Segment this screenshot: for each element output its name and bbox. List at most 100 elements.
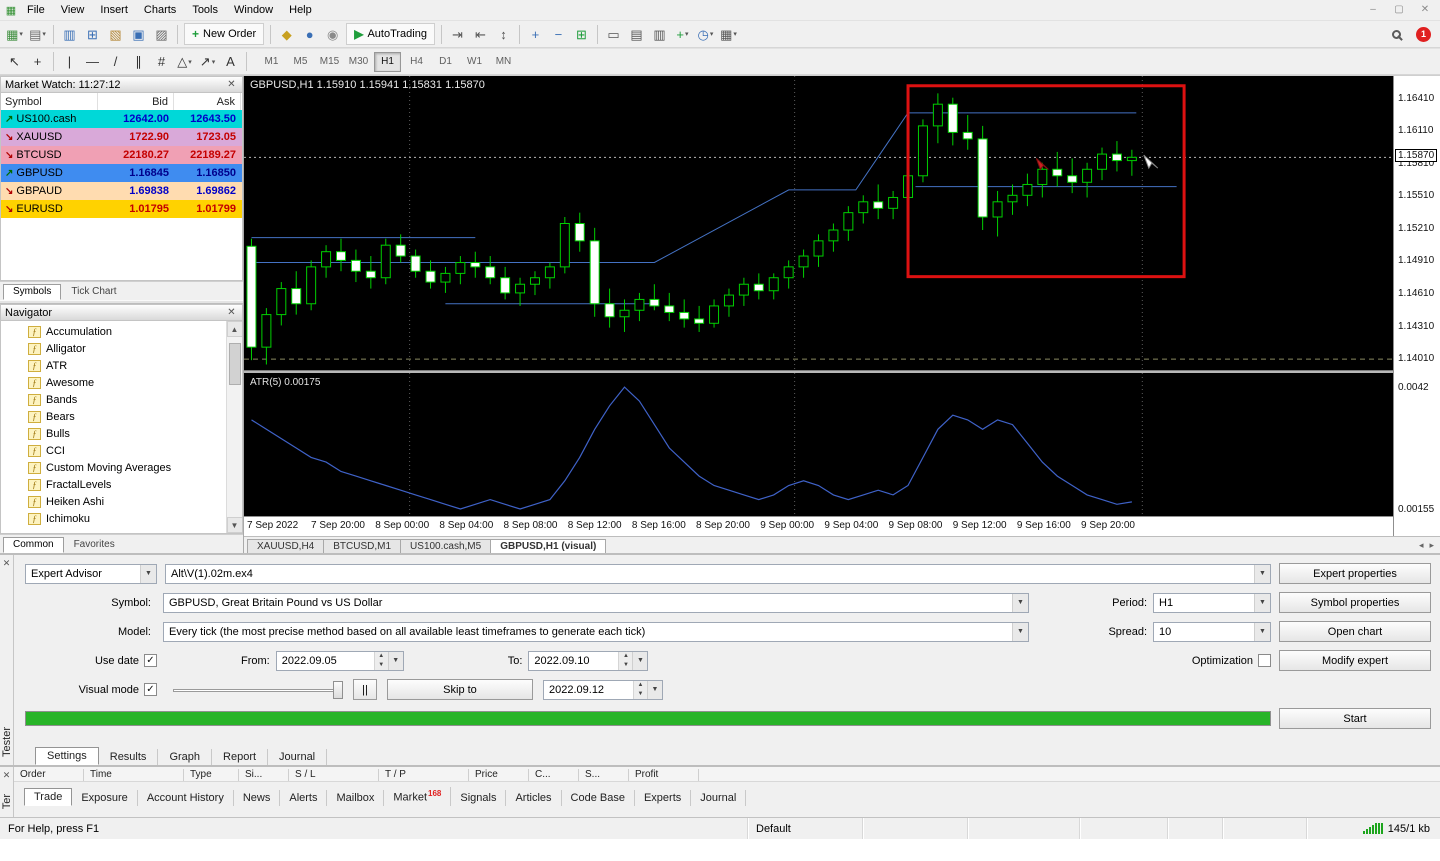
terminal-tab-mailbox[interactable]: Mailbox <box>327 790 384 806</box>
grid-column-profit[interactable]: Profit <box>629 769 699 781</box>
scrollbar-thumb[interactable] <box>229 343 241 385</box>
autotrading-button[interactable]: ▶AutoTrading <box>346 23 435 45</box>
profiles-button[interactable]: ▤▾ <box>26 23 49 45</box>
navigator-item-bands[interactable]: ƒBands <box>1 391 242 408</box>
grid-column-t-p[interactable]: T / P <box>379 769 469 781</box>
timeframe-m15[interactable]: M15 <box>316 52 343 72</box>
navigator-item-bulls[interactable]: ƒBulls <box>1 425 242 442</box>
menu-help[interactable]: Help <box>281 2 320 18</box>
grid-column-time[interactable]: Time <box>84 769 184 781</box>
calendar-dropdown-icon[interactable]: ▼ <box>632 652 647 670</box>
tile-vertical-button[interactable]: ▥ <box>648 23 671 45</box>
scroll-down-icon[interactable]: ▼ <box>227 517 243 533</box>
chart-shift-button[interactable]: ⇤ <box>469 23 492 45</box>
tester-close-icon[interactable]: ✕ <box>3 558 11 569</box>
grid-column-c-[interactable]: C... <box>529 769 579 781</box>
search-button[interactable] <box>1385 23 1408 45</box>
symbol-select[interactable]: GBPUSD, Great Britain Pound vs US Dollar… <box>163 593 1029 613</box>
menu-charts[interactable]: Charts <box>136 2 184 18</box>
skip-to-date-field[interactable]: 2022.09.12 ▲▼ ▼ <box>543 680 663 700</box>
close-button[interactable]: ✕ <box>1412 2 1438 18</box>
terminal-tab-signals[interactable]: Signals <box>451 790 506 806</box>
terminal-tab-journal[interactable]: Journal <box>691 790 746 806</box>
grid-column-s-l[interactable]: S / L <box>289 769 379 781</box>
terminal-button[interactable]: ▣ <box>127 23 150 45</box>
chart-autoscroll-button[interactable]: ⇥ <box>446 23 469 45</box>
scroll-up-icon[interactable]: ▲ <box>227 321 243 337</box>
market-watch-header[interactable]: Symbol Bid Ask <box>0 93 243 110</box>
from-date-field[interactable]: 2022.09.05 ▲▼ ▼ <box>276 651 404 671</box>
tester-tab-settings[interactable]: Settings <box>35 747 99 765</box>
navigator-tab-common[interactable]: Common <box>3 537 64 553</box>
visual-speed-slider[interactable] <box>173 681 343 699</box>
grid-column-order[interactable]: Order <box>14 769 84 781</box>
indicators-button[interactable]: +▾ <box>671 23 694 45</box>
column-symbol[interactable]: Symbol <box>1 93 98 110</box>
expert-properties-button[interactable]: Expert properties <box>1279 563 1431 584</box>
timeframe-m5[interactable]: M5 <box>287 52 314 72</box>
data-window-button[interactable]: ⊞ <box>81 23 104 45</box>
new-chart-button[interactable]: ▦▾ <box>3 23 26 45</box>
metaeditor-button[interactable]: ◆ <box>275 23 298 45</box>
zoom-in-button[interactable]: + <box>524 23 547 45</box>
chart-tab-gbpusd-h1-visual-[interactable]: GBPUSD,H1 (visual) <box>490 539 606 553</box>
spread-select[interactable]: 10 ▼ <box>1153 622 1271 642</box>
calendar-dropdown-icon[interactable]: ▼ <box>647 681 662 699</box>
expert-advisor-select[interactable]: Alt\V(1).02m.ex4 ▼ <box>165 564 1271 584</box>
horizontal-line-button[interactable]: — <box>81 51 104 73</box>
timeframe-h1[interactable]: H1 <box>374 52 401 72</box>
terminal-tab-trade[interactable]: Trade <box>24 788 72 806</box>
timeframe-w1[interactable]: W1 <box>461 52 488 72</box>
market-watch-row[interactable]: ↘BTCUSD22180.2722189.27 <box>1 146 242 164</box>
zoom-out-button[interactable]: − <box>547 23 570 45</box>
trade-grid-header[interactable]: OrderTimeTypeSi...S / LT / PPriceC...S..… <box>14 767 1440 782</box>
new-order-button[interactable]: +New Order <box>184 23 264 45</box>
notifications-button[interactable]: 1 <box>1416 27 1431 42</box>
navigator-item-ichimoku[interactable]: ƒIchimoku <box>1 510 242 527</box>
visual-mode-checkbox[interactable]: ✓ <box>144 683 157 696</box>
timeframe-mn[interactable]: MN <box>490 52 517 72</box>
trendline-button[interactable]: / <box>104 51 127 73</box>
chart-tab-btcusd-m1[interactable]: BTCUSD,M1 <box>323 539 401 553</box>
navigator-item-awesome[interactable]: ƒAwesome <box>1 374 242 391</box>
timeframe-h4[interactable]: H4 <box>403 52 430 72</box>
terminal-tab-experts[interactable]: Experts <box>635 790 691 806</box>
menu-insert[interactable]: Insert <box>92 2 136 18</box>
vertical-line-button[interactable]: | <box>58 51 81 73</box>
navigator-tab-favorites[interactable]: Favorites <box>64 537 125 553</box>
slider-thumb[interactable] <box>333 681 343 699</box>
navigator-item-accumulation[interactable]: ƒAccumulation <box>1 323 242 340</box>
start-button[interactable]: Start <box>1279 708 1431 729</box>
terminal-tab-news[interactable]: News <box>234 790 281 806</box>
tester-tab-graph[interactable]: Graph <box>158 749 212 765</box>
navigator-item-custom-moving-averages[interactable]: ƒCustom Moving Averages <box>1 459 242 476</box>
timeframe-d1[interactable]: D1 <box>432 52 459 72</box>
cursor-button[interactable]: ↖ <box>3 51 26 73</box>
period-select[interactable]: H1 ▼ <box>1153 593 1271 613</box>
terminal-tab-exposure[interactable]: Exposure <box>72 790 137 806</box>
market-watch-close-icon[interactable]: ✕ <box>225 79 238 90</box>
to-date-field[interactable]: 2022.09.10 ▲▼ ▼ <box>528 651 648 671</box>
tile-horizontal-button[interactable]: ▤ <box>625 23 648 45</box>
navigator-scrollbar[interactable]: ▲ ▼ <box>226 321 242 533</box>
spinner-icon[interactable]: ▲▼ <box>618 652 632 670</box>
text-button[interactable]: A <box>219 51 242 73</box>
navigator-item-heiken-ashi[interactable]: ƒHeiken Ashi <box>1 493 242 510</box>
status-profile[interactable]: Default <box>748 818 863 839</box>
market-watch-row[interactable]: ↗GBPUSD1.168451.16850 <box>1 164 242 182</box>
symbol-properties-button[interactable]: Symbol properties <box>1279 592 1431 613</box>
optimization-checkbox[interactable] <box>1258 654 1271 667</box>
skip-to-button[interactable]: Skip to <box>387 679 533 700</box>
arrows-button[interactable]: ↗▾ <box>196 51 219 73</box>
grid-column-si-[interactable]: Si... <box>239 769 289 781</box>
terminal-tab-code-base[interactable]: Code Base <box>562 790 635 806</box>
navigator-close-icon[interactable]: ✕ <box>225 307 238 318</box>
timeframe-m1[interactable]: M1 <box>258 52 285 72</box>
open-chart-button[interactable]: Open chart <box>1279 621 1431 642</box>
menu-tools[interactable]: Tools <box>184 2 226 18</box>
market-watch-row[interactable]: ↘EURUSD1.017951.01799 <box>1 200 242 218</box>
alerts-button[interactable]: ◉ <box>321 23 344 45</box>
market-watch-row[interactable]: ↗US100.cash12642.0012643.50 <box>1 110 242 128</box>
shapes-button[interactable]: △▾ <box>173 51 196 73</box>
calendar-dropdown-icon[interactable]: ▼ <box>388 652 403 670</box>
